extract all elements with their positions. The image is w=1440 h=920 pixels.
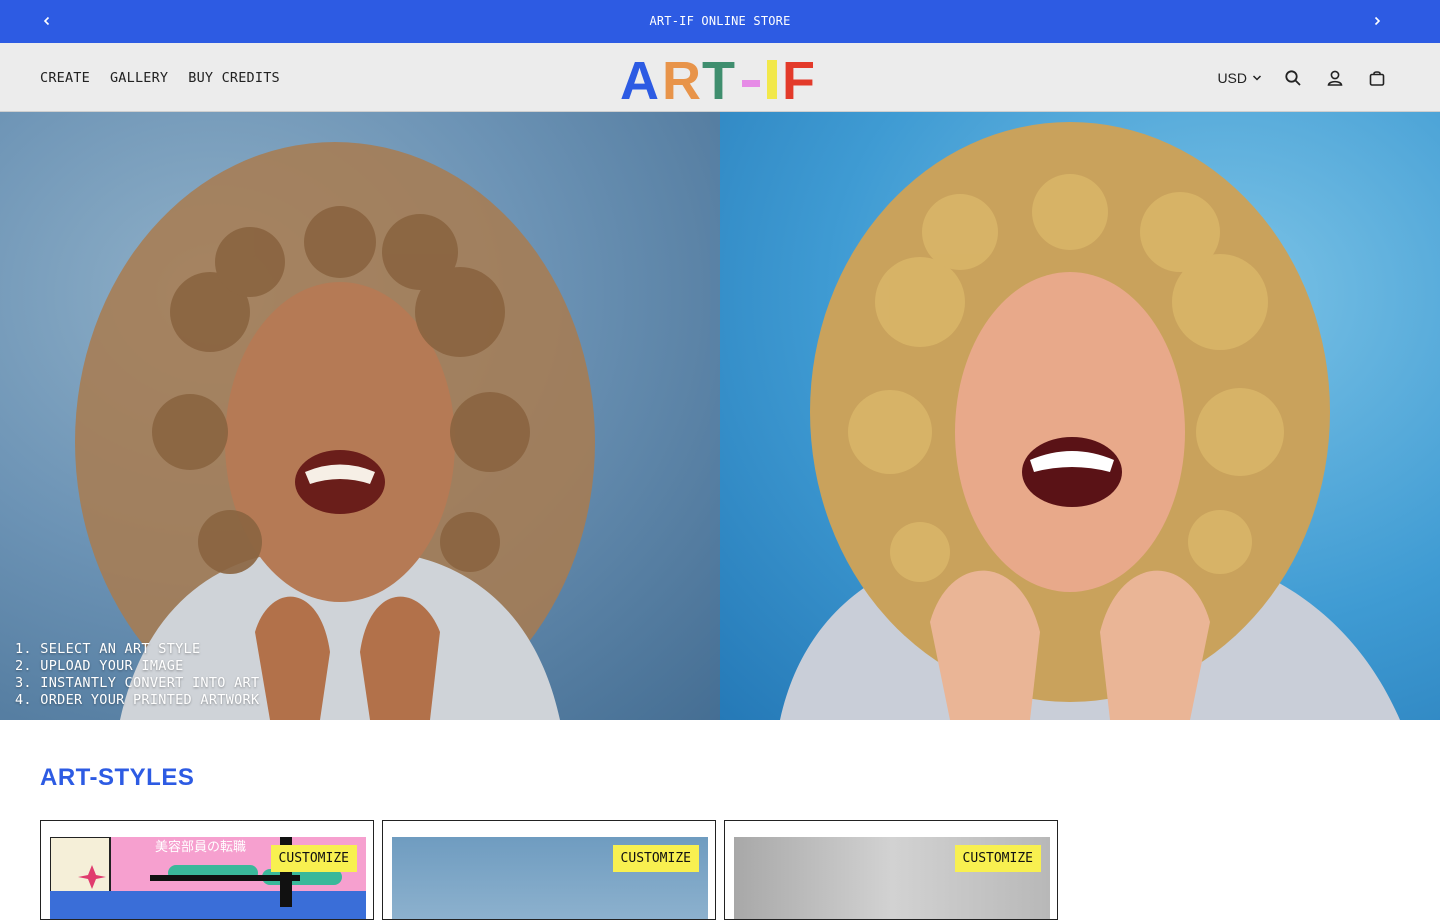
site-header: CREATE GALLERY BUY CREDITS A R T F USD bbox=[0, 42, 1440, 112]
art-styles-title: ART-STYLES bbox=[40, 764, 195, 791]
main-nav: CREATE GALLERY BUY CREDITS bbox=[40, 43, 280, 113]
hero-step: 1. SELECT AN ART STYLE bbox=[15, 641, 201, 657]
search-icon bbox=[1285, 70, 1301, 86]
hero-step: 4. ORDER YOUR PRINTED ARTWORK bbox=[15, 692, 260, 708]
announcement-next-button[interactable] bbox=[1362, 0, 1392, 42]
logo-letter-a: A bbox=[620, 55, 659, 103]
nav-gallery-link[interactable]: GALLERY bbox=[110, 70, 168, 86]
user-icon bbox=[1327, 70, 1343, 86]
painted-portrait-illustration bbox=[75, 142, 595, 720]
account-button[interactable] bbox=[1324, 67, 1346, 89]
chevron-down-icon bbox=[1252, 75, 1262, 81]
hero-step: 2. UPLOAD YOUR IMAGE bbox=[15, 658, 184, 674]
art-style-card[interactable]: CUSTOMIZE bbox=[724, 820, 1058, 920]
nav-buy-credits-link[interactable]: BUY CREDITS bbox=[188, 70, 280, 86]
hero-banner: 1. SELECT AN ART STYLE 2. UPLOAD YOUR IM… bbox=[0, 112, 1440, 720]
cart-button[interactable] bbox=[1366, 67, 1388, 89]
logo-letter-f: F bbox=[782, 55, 815, 103]
customize-button[interactable]: CUSTOMIZE bbox=[270, 845, 357, 872]
logo-dash bbox=[742, 80, 760, 87]
announcement-text: ART-IF ONLINE STORE bbox=[649, 14, 791, 28]
art-style-card[interactable]: CUSTOMIZE bbox=[382, 820, 716, 920]
search-button[interactable] bbox=[1282, 67, 1304, 89]
hero-image-painting: 1. SELECT AN ART STYLE 2. UPLOAD YOUR IM… bbox=[0, 112, 720, 720]
customize-button[interactable]: CUSTOMIZE bbox=[612, 845, 699, 872]
announcement-prev-button[interactable] bbox=[32, 0, 62, 42]
customize-button[interactable]: CUSTOMIZE bbox=[954, 845, 1041, 872]
hero-image-illustration bbox=[720, 112, 1440, 720]
logo-letter-i bbox=[767, 60, 777, 99]
art-style-card[interactable]: 美容部員の転職 CUSTOMIZE bbox=[40, 820, 374, 920]
hero-step: 3. INSTANTLY CONVERT INTO ART bbox=[15, 675, 260, 691]
hero-steps: 1. SELECT AN ART STYLE 2. UPLOAD YOUR IM… bbox=[15, 641, 259, 709]
anime-banner-text: 美容部員の転職 bbox=[155, 839, 246, 855]
nav-create-link[interactable]: CREATE bbox=[40, 70, 90, 86]
site-logo[interactable]: A R T F bbox=[620, 55, 820, 103]
logo-letter-t: T bbox=[702, 55, 735, 103]
announcement-bar: ART-IF ONLINE STORE bbox=[0, 0, 1440, 42]
logo-letter-r: R bbox=[662, 55, 701, 103]
currency-value: USD bbox=[1217, 70, 1247, 86]
chevron-left-icon bbox=[43, 16, 50, 26]
currency-selector[interactable]: USD bbox=[1217, 70, 1262, 86]
digital-portrait-illustration bbox=[780, 122, 1400, 720]
chevron-right-icon bbox=[1374, 16, 1381, 26]
header-tools: USD bbox=[1217, 43, 1388, 113]
bag-icon bbox=[1369, 71, 1385, 86]
